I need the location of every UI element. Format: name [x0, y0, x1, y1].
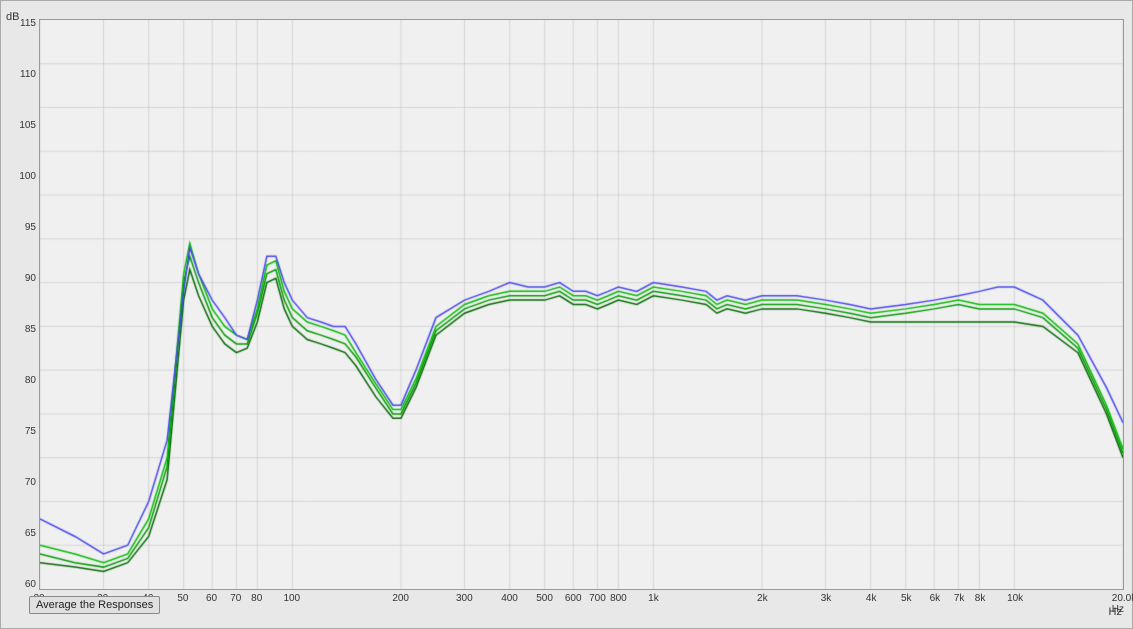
y-tick-65: 65 [25, 529, 36, 539]
y-tick-70: 70 [25, 478, 36, 488]
x-tick-4k: 4k [866, 593, 877, 604]
y-tick-80: 80 [25, 376, 36, 386]
x-tick-80: 80 [251, 593, 262, 604]
chart-container: dB Hz 1151101051009590858075706560 20304… [0, 0, 1133, 629]
x-tick-400: 400 [501, 593, 518, 604]
chart-area [39, 19, 1124, 590]
x-tick-600: 600 [565, 593, 582, 604]
x-tick-6k: 6k [930, 593, 941, 604]
x-tick-100: 100 [283, 593, 300, 604]
x-tick-500: 500 [536, 593, 553, 604]
y-tick-95: 95 [25, 223, 36, 233]
x-tick-8k: 8k [975, 593, 986, 604]
y-tick-60: 60 [25, 580, 36, 590]
chart-canvas [40, 20, 1123, 589]
x-tick-5k: 5k [901, 593, 912, 604]
x-tick-2k: 2k [757, 593, 768, 604]
y-tick-100: 100 [19, 172, 36, 182]
x-tick-3k: 3k [821, 593, 832, 604]
x-tick-700: 700 [589, 593, 606, 604]
y-tick-105: 105 [19, 121, 36, 131]
y-tick-75: 75 [25, 427, 36, 437]
y-tick-labels: 115 110 105 100 95 90 85 80 75 70 65 60 [1, 19, 39, 590]
x-tick-1k: 1k [648, 593, 659, 604]
x-tick-50: 50 [177, 593, 188, 604]
x-tick-800: 800 [610, 593, 627, 604]
x-tick-60: 60 [206, 593, 217, 604]
y-tick-115: 115 [20, 19, 36, 29]
y-tick-110: 110 [20, 70, 36, 80]
y-tick-85: 85 [25, 325, 36, 335]
x-tick-labels: 203040506070801002003004005006007008001k… [39, 590, 1124, 628]
x-tick-10k: 10k [1007, 593, 1023, 604]
average-responses-button[interactable]: Average the Responses [29, 596, 160, 614]
x-tick-7k: 7k [954, 593, 965, 604]
x-tick-300: 300 [456, 593, 473, 604]
x-tick-20.0k Hz: 20.0k Hz [1112, 593, 1133, 615]
x-tick-200: 200 [392, 593, 409, 604]
y-tick-90: 90 [25, 274, 36, 284]
x-tick-70: 70 [230, 593, 241, 604]
